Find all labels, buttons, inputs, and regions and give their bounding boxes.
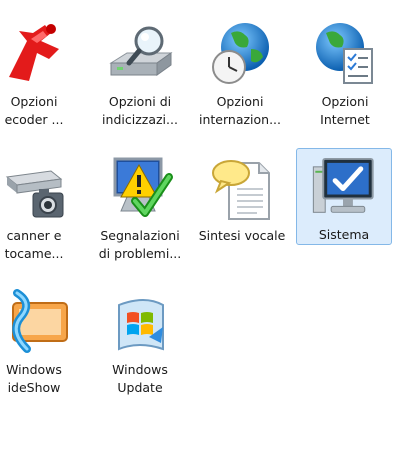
- control-panel-item-decoder-options[interactable]: Opzioni ecoder ...: [0, 14, 82, 130]
- item-label-line1: Opzioni: [10, 94, 58, 109]
- control-panel-item-windows-sideshow[interactable]: Windows ideShow: [0, 282, 82, 398]
- item-label-line1: Opzioni: [216, 94, 264, 109]
- item-label-line1: canner e: [6, 228, 62, 243]
- item-label-line2: internazion...: [198, 112, 281, 127]
- indexing-options-icon: [109, 26, 173, 76]
- item-label-line2: Update: [117, 380, 163, 395]
- item-label-line1: Opzioni: [321, 94, 369, 109]
- item-label-line2: ideShow: [7, 380, 61, 395]
- item-label-line1: Sistema: [318, 227, 370, 243]
- control-panel-item-windows-update[interactable]: Windows Update: [92, 282, 188, 398]
- control-panel-item-indexing-options[interactable]: Opzioni di indicizzazi...: [92, 14, 188, 130]
- windows-update-icon: [118, 299, 164, 351]
- control-panel-item-international-options[interactable]: Opzioni internazion...: [192, 14, 288, 130]
- item-label-line2: indicizzazi...: [102, 112, 178, 127]
- control-panel-item-internet-options[interactable]: Opzioni Internet: [297, 14, 393, 130]
- item-label-line2: di problemi...: [98, 246, 182, 261]
- item-label-line1: Sintesi vocale: [198, 228, 286, 243]
- item-label-line1: Opzioni di: [108, 94, 172, 109]
- problem-reports-icon: [113, 157, 173, 217]
- item-label-line1: Windows: [112, 362, 168, 377]
- item-label-line1: Segnalazioni: [100, 228, 180, 243]
- scanners-cameras-icon: [5, 170, 64, 218]
- control-panel-item-speech-synthesis[interactable]: Sintesi vocale: [194, 148, 290, 246]
- internet-options-icon: [316, 23, 373, 84]
- system-icon: [312, 157, 374, 213]
- control-panel-item-scanners-cameras[interactable]: canner e tocame...: [0, 148, 82, 264]
- speech-synthesis-icon: [212, 160, 270, 220]
- control-panel-item-problem-reports[interactable]: Segnalazioni di problemi...: [92, 148, 188, 264]
- item-label-line2: tocame...: [4, 246, 64, 261]
- item-label-line2: ecoder ...: [4, 112, 64, 127]
- item-label-line2: Internet: [320, 112, 370, 127]
- international-options-icon: [212, 23, 269, 84]
- item-label-line1: Windows: [6, 362, 62, 377]
- control-panel-item-system[interactable]: Sistema: [296, 148, 392, 245]
- decoder-options-icon: [9, 24, 59, 81]
- windows-sideshow-icon: [12, 289, 68, 353]
